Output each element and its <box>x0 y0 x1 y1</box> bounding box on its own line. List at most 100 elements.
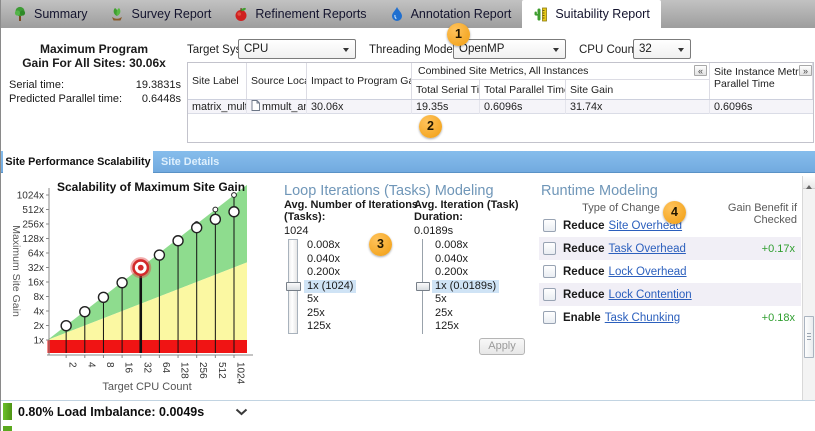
iterations-current-value: 1024 <box>284 225 308 237</box>
table-row-matrix-multiply[interactable]: matrix_multi ... mmult_ann ... 30.06x 19… <box>188 99 813 114</box>
slider-option[interactable]: 1x (0.0189s) <box>432 280 499 294</box>
slider-option[interactable]: 25x <box>304 307 356 321</box>
cell-total-serial-time: 19.35s <box>412 100 480 114</box>
runtime-row-lock-contention: Reduce Lock Contention <box>539 283 801 306</box>
tab-label: Suitability Report <box>555 7 650 21</box>
runtime-modeling-heading: Runtime Modeling <box>541 183 658 199</box>
workflow-badge-4: 4 <box>663 201 686 224</box>
slider-option[interactable]: 125x <box>432 320 499 334</box>
runtime-row-task-chunking: Enable Task Chunking +0.18x <box>539 306 801 329</box>
tab-refinement-reports[interactable]: Refinement Reports <box>222 0 377 28</box>
load-imbalance-text: 0.80% Load Imbalance: 0.0049s <box>18 404 204 421</box>
iterations-slider-label: Avg. Number of Iterations (Tasks): <box>284 200 418 223</box>
tab-site-details[interactable]: Site Details <box>161 151 219 173</box>
slider-option[interactable]: 1x (1024) <box>304 280 356 294</box>
tab-label: Refinement Reports <box>255 7 366 21</box>
tab-label: Survey Report <box>131 7 211 21</box>
serial-time-row: Serial time: 19.3831s <box>9 79 181 92</box>
cpu-count-label: CPU Count: <box>579 40 640 60</box>
predicted-parallel-time-label: Predicted Parallel time: <box>9 93 122 106</box>
slider-option[interactable]: 0.200x <box>304 266 356 280</box>
reduce-task-overhead-checkbox[interactable] <box>543 242 556 255</box>
apple-icon <box>233 6 249 22</box>
svg-text:Target CPU Count: Target CPU Count <box>102 381 191 393</box>
svg-text:32: 32 <box>141 362 152 374</box>
slider-option[interactable]: 0.200x <box>432 266 499 280</box>
slider-handle[interactable] <box>286 282 301 291</box>
scrollbar-thumb[interactable] <box>804 316 814 358</box>
slider-tick-labels: 0.008x 0.040x 0.200x 1x (1024) 5x 25x 12… <box>304 239 356 334</box>
target-system-dropdown[interactable]: CPU <box>238 39 356 59</box>
slider-option[interactable]: 0.008x <box>304 239 356 253</box>
reduce-lock-overhead-checkbox[interactable] <box>543 265 556 278</box>
source-file-icon <box>251 100 260 111</box>
task-overhead-link[interactable]: Task Overhead <box>609 243 686 255</box>
runtime-modeling-rows: Reduce Site Overhead Reduce Task Overhea… <box>539 214 801 329</box>
column-header-site-instance-metrics[interactable]: Site Instance Metrics, Parallel Time <box>710 63 813 99</box>
lock-overhead-link[interactable]: Lock Overhead <box>609 266 687 278</box>
dropdown-value: OpenMP <box>459 43 504 55</box>
predicted-parallel-time-row: Predicted Parallel time: 0.6448s <box>9 93 181 106</box>
expand-chevron-icon[interactable] <box>235 408 248 416</box>
tab-suitability-report[interactable]: Suitability Report <box>522 0 661 28</box>
svg-text:4: 4 <box>85 362 96 368</box>
workflow-badge-3: 3 <box>369 233 392 256</box>
cpu-count-dropdown[interactable]: 32 <box>633 39 691 59</box>
slider-option[interactable]: 0.040x <box>432 253 499 267</box>
svg-text:Maximum Site Gain: Maximum Site Gain <box>10 225 22 317</box>
column-header-total-parallel-time[interactable]: Total Parallel Time <box>480 80 566 99</box>
reduce-site-overhead-checkbox[interactable] <box>543 219 556 232</box>
slider-handle[interactable] <box>416 282 430 291</box>
cell-site-gain: 31.74x <box>566 100 710 114</box>
workflow-badge-1: 1 <box>447 23 470 46</box>
gain-benefit-value: +0.18x <box>762 312 801 324</box>
cell-source-location: mmult_ann ... <box>247 100 307 114</box>
slider-option[interactable]: 5x <box>432 293 499 307</box>
svg-text:32x: 32x <box>28 263 44 274</box>
group-header-combined-site-metrics: Combined Site Metrics, All Instances <box>412 63 710 80</box>
tab-site-performance-scalability[interactable]: Site Performance Scalability <box>3 151 153 173</box>
cell-total-parallel-time: 0.6096s <box>480 100 566 114</box>
iterations-slider: 0.008x 0.040x 0.200x 1x (1024) 5x 25x 12… <box>286 239 411 335</box>
threading-model-dropdown[interactable]: OpenMP <box>453 39 566 59</box>
task-chunking-link[interactable]: Task Chunking <box>605 312 680 324</box>
column-header-site-gain[interactable]: Site Gain <box>566 80 710 99</box>
svg-text:128: 128 <box>179 362 190 379</box>
column-header-site-label[interactable]: Site Label <box>188 63 247 99</box>
column-header-impact[interactable]: Impact to Program Gain <box>307 63 412 99</box>
collapse-columns-button[interactable]: « <box>694 65 707 76</box>
svg-text:1x: 1x <box>33 336 44 347</box>
loop-iterations-heading: Loop Iterations (Tasks) Modeling <box>284 183 494 199</box>
runtime-row-lock-overhead: Reduce Lock Overhead <box>539 260 801 283</box>
vertical-scrollbar[interactable] <box>802 176 815 400</box>
apply-button[interactable]: Apply <box>479 338 525 355</box>
enable-task-chunking-checkbox[interactable] <box>543 311 556 324</box>
serial-time-label: Serial time: <box>9 79 64 92</box>
column-header-total-serial-time[interactable]: Total Serial Time <box>412 80 480 99</box>
lock-contention-link[interactable]: Lock Contention <box>609 289 692 301</box>
scroll-up-button[interactable] <box>803 176 815 189</box>
cell-instance-parallel-time: 0.6096s <box>710 100 813 114</box>
slider-option[interactable]: 0.008x <box>432 239 499 253</box>
svg-text:64: 64 <box>160 362 171 374</box>
svg-text:8: 8 <box>104 362 115 368</box>
tab-survey-report[interactable]: Survey Report <box>98 0 222 28</box>
expand-columns-button[interactable]: » <box>799 65 812 76</box>
tab-summary[interactable]: Summary <box>1 0 98 28</box>
column-header-source-location[interactable]: Source Location <box>247 63 307 99</box>
svg-text:16: 16 <box>123 362 134 374</box>
slider-option[interactable]: 5x <box>304 293 356 307</box>
reduce-lock-contention-checkbox[interactable] <box>543 288 556 301</box>
runtime-row-task-overhead: Reduce Task Overhead +0.17x <box>539 237 801 260</box>
tab-annotation-report[interactable]: Annotation Report <box>378 0 523 28</box>
slider-option[interactable]: 125x <box>304 320 356 334</box>
scalability-chart: 1x2x4x8x16x32x64x128x256x512x1024x248163… <box>1 176 271 398</box>
dropdown-value: 32 <box>639 43 652 55</box>
cell-impact: 30.06x <box>307 100 412 114</box>
slider-option[interactable]: 0.040x <box>304 253 356 267</box>
threading-model-label: Threading Model: <box>369 40 459 60</box>
svg-text:2x: 2x <box>33 321 44 332</box>
slider-option[interactable]: 25x <box>432 307 499 321</box>
slider-tick-labels: 0.008x 0.040x 0.200x 1x (0.0189s) 5x 25x… <box>432 239 499 334</box>
dropdown-value: CPU <box>244 43 268 55</box>
